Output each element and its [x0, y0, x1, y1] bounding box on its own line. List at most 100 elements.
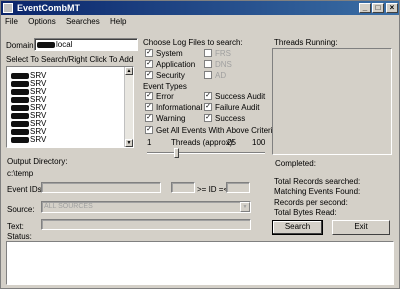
checkbox-ad[interactable]: AD: [204, 71, 226, 80]
source-select[interactable]: ALL SOURCES ▼: [41, 201, 251, 213]
window-title: EventCombMT: [17, 3, 80, 13]
checkmark-icon: ✓: [145, 103, 153, 111]
total-bytes-label: Total Bytes Read:: [274, 208, 337, 217]
redacted-mark: [11, 72, 29, 79]
domain-value: local: [56, 40, 73, 49]
domain-input[interactable]: local: [34, 38, 138, 51]
checkbox-label: Get All Events With Above Criteria: [156, 126, 277, 135]
list-scrollbar[interactable]: ▲ ▼: [124, 67, 133, 147]
redacted-mark: [11, 80, 29, 87]
menu-help[interactable]: Help: [106, 15, 130, 29]
redacted-mark: [11, 128, 29, 135]
list-item[interactable]: SRV: [7, 104, 133, 112]
list-item[interactable]: SRV: [7, 120, 133, 128]
redacted-mark: [37, 41, 55, 48]
checkmark-icon: ✓: [204, 103, 212, 111]
dropdown-arrow-icon[interactable]: ▼: [240, 202, 250, 212]
log-files-label: Choose Log Files to search:: [143, 38, 243, 47]
checkbox-label: Success: [215, 114, 246, 123]
list-item[interactable]: SRV: [7, 128, 133, 136]
text-label: Text:: [7, 222, 24, 231]
id-min-input[interactable]: [171, 182, 195, 193]
menu-searches[interactable]: Searches: [62, 15, 104, 29]
threads-label: Threads (approx):: [171, 138, 235, 147]
checkbox-success-audit[interactable]: ✓ Success Audit: [204, 92, 265, 101]
list-item[interactable]: SRV: [7, 80, 133, 88]
checkmark-icon: ✓: [145, 126, 153, 134]
exit-button[interactable]: Exit: [332, 220, 390, 235]
id-range-label: >= ID =<: [197, 185, 229, 194]
checkbox-security[interactable]: ✓ Security: [145, 71, 185, 80]
checkbox-label: FRS: [215, 49, 231, 58]
list-item[interactable]: SRV: [7, 112, 133, 120]
checkbox-frs[interactable]: FRS: [204, 49, 231, 58]
checkbox-label: Error: [156, 92, 174, 101]
redacted-mark: [11, 88, 29, 95]
checkmark-icon: ✓: [145, 60, 153, 68]
checkmark-icon: ✓: [204, 92, 212, 100]
checkmark-icon: ✓: [145, 71, 153, 79]
source-value: ALL SOURCES: [44, 203, 93, 210]
status-box: [6, 241, 394, 285]
source-label: Source:: [7, 205, 35, 214]
checkbox-get-all-events[interactable]: ✓ Get All Events With Above Criteria: [145, 126, 277, 135]
checkbox-system[interactable]: ✓ System: [145, 49, 183, 58]
list-item[interactable]: SRV: [7, 88, 133, 96]
scroll-up-icon[interactable]: ▲: [125, 67, 133, 75]
list-item[interactable]: SRV: [7, 136, 133, 144]
threads-running-label: Threads Running:: [274, 38, 338, 47]
checkbox-warning[interactable]: ✓ Warning: [145, 114, 186, 123]
threads-slider-track[interactable]: [147, 152, 265, 154]
maximize-button[interactable]: □: [372, 3, 384, 13]
checkbox-application[interactable]: ✓ Application: [145, 60, 195, 69]
redacted-mark: [11, 104, 29, 111]
checkbox-label: Informational: [156, 103, 203, 112]
close-button[interactable]: ×: [386, 3, 398, 13]
id-max-input[interactable]: [226, 182, 250, 193]
checkbox-label: System: [156, 49, 183, 58]
redacted-mark: [11, 120, 29, 127]
checkmark-icon: ✓: [145, 49, 153, 57]
checkmark-icon: ✓: [204, 114, 212, 122]
checkbox-label: Warning: [156, 114, 186, 123]
checkbox-informational[interactable]: ✓ Informational: [145, 103, 202, 112]
completed-label: Completed:: [275, 159, 316, 168]
domain-label: Domain:: [6, 41, 36, 50]
event-ids-label: Event IDs:: [7, 185, 44, 194]
menu-options[interactable]: Options: [24, 15, 60, 29]
checkmark-icon: ✓: [145, 92, 153, 100]
checkbox-error[interactable]: ✓ Error: [145, 92, 174, 101]
scroll-down-icon[interactable]: ▼: [125, 139, 133, 147]
search-list-label: Select To Search/Right Click To Add: [6, 55, 134, 64]
checkbox-failure-audit[interactable]: ✓ Failure Audit: [204, 103, 259, 112]
matching-events-label: Matching Events Found:: [274, 187, 361, 196]
checkbox-label: Failure Audit: [215, 103, 260, 112]
checkbox-dns[interactable]: DNS: [204, 60, 232, 69]
list-item[interactable]: SRV: [7, 72, 133, 80]
event-ids-input[interactable]: [41, 182, 161, 193]
checkbox-label: AD: [215, 71, 227, 80]
checkmark-icon: ✓: [145, 114, 153, 122]
server-name: SRV: [30, 135, 47, 144]
threads-running-panel: [272, 48, 392, 155]
event-types-label: Event Types: [143, 82, 187, 91]
search-button[interactable]: Search: [272, 220, 323, 235]
threads-min-label: 1: [147, 138, 152, 147]
total-records-label: Total Records searched:: [274, 177, 361, 186]
checkbox-icon: [204, 49, 212, 57]
title-bar[interactable]: EventCombMT _ □ ×: [1, 1, 399, 15]
threads-slider-thumb[interactable]: [174, 148, 180, 158]
checkbox-icon: [204, 60, 212, 68]
menu-file[interactable]: File: [1, 15, 22, 29]
main-window: EventCombMT _ □ × File Options Searches …: [0, 0, 400, 289]
checkbox-icon: [204, 71, 212, 79]
server-list[interactable]: SRV SRV SRV SRV SRV SRV SRV SRV SRV ▲ ▼: [6, 66, 134, 148]
list-item[interactable]: SRV: [7, 96, 133, 104]
menu-bar: File Options Searches Help: [1, 15, 399, 29]
checkbox-success[interactable]: ✓ Success: [204, 114, 245, 123]
minimize-button[interactable]: _: [359, 3, 371, 13]
redacted-mark: [11, 112, 29, 119]
text-input[interactable]: [41, 219, 251, 230]
output-directory-value[interactable]: c:\temp: [7, 169, 33, 178]
threads-max-label: 100: [252, 138, 266, 147]
